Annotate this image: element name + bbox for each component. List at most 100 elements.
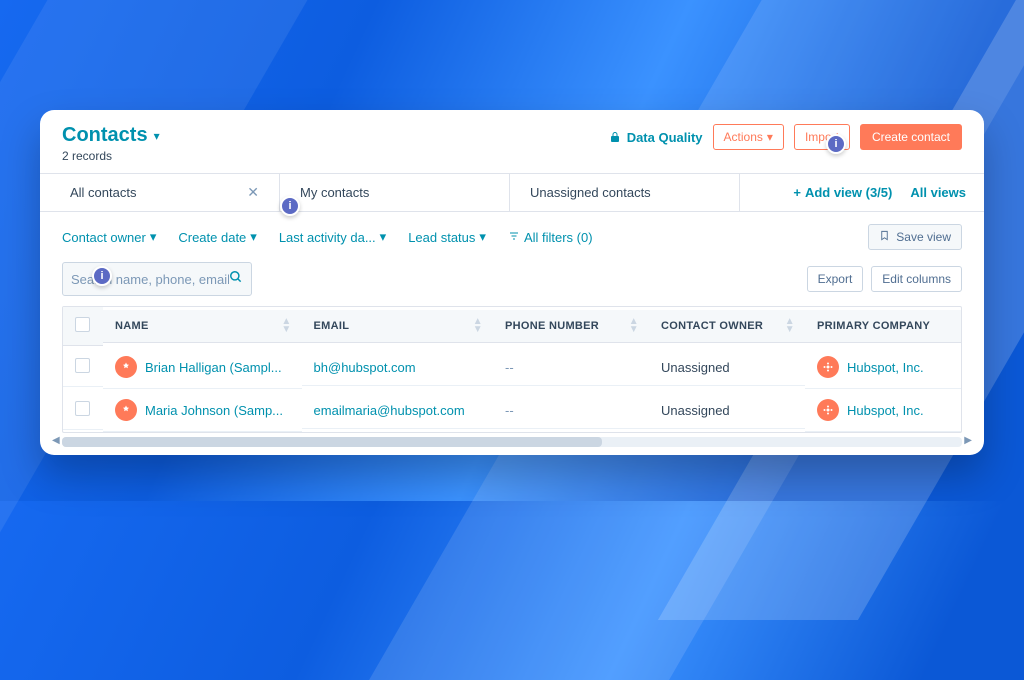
all-views-link[interactable]: All views — [910, 185, 966, 200]
table-row: Brian Halligan (Sampl... bh@hubspot.com … — [63, 346, 961, 389]
contact-name: Brian Halligan (Sampl... — [145, 360, 282, 375]
add-view-link[interactable]: + Add view (3/5) — [793, 185, 892, 200]
create-contact-button[interactable]: Create contact — [860, 124, 962, 150]
filter-contact-owner[interactable]: Contact owner ▾ — [62, 229, 156, 245]
avatar — [115, 356, 137, 378]
horizontal-scrollbar[interactable]: ◀ ▶ — [62, 437, 962, 447]
select-all-cell — [63, 307, 103, 346]
tab-unassigned-contacts[interactable]: Unassigned contacts — [510, 174, 740, 211]
row-select-cell — [63, 391, 103, 430]
col-owner[interactable]: CONTACT OWNER ▲▼ — [649, 310, 805, 343]
filter-label: Last activity da... — [279, 230, 376, 245]
filter-label: Lead status — [408, 230, 475, 245]
scroll-right-icon[interactable]: ▶ — [964, 435, 972, 446]
cell-email[interactable]: bh@hubspot.com — [302, 350, 493, 386]
actions-button[interactable]: Actions ▾ — [713, 124, 784, 150]
filter-create-date[interactable]: Create date ▾ — [178, 229, 256, 245]
save-view-label: Save view — [896, 230, 951, 244]
sort-icon: ▲▼ — [629, 318, 639, 334]
tab-all-contacts[interactable]: All contacts ✕ — [50, 174, 280, 211]
row-checkbox[interactable] — [75, 401, 90, 416]
filter-label: All filters (0) — [524, 230, 593, 245]
data-quality-link[interactable]: Data Quality — [609, 130, 703, 145]
add-view-label: Add view (3/5) — [805, 185, 892, 200]
close-icon[interactable]: ✕ — [247, 184, 259, 201]
data-quality-label: Data Quality — [627, 130, 703, 145]
caret-down-icon: ▾ — [250, 229, 257, 245]
filter-bar: Contact owner ▾ Create date ▾ Last activ… — [40, 212, 984, 262]
row-checkbox[interactable] — [75, 358, 90, 373]
filter-icon — [508, 230, 520, 245]
plus-icon: + — [793, 185, 801, 200]
search-icon — [229, 270, 243, 289]
caret-down-icon: ▾ — [380, 229, 387, 245]
tab-label: My contacts — [300, 185, 369, 200]
create-contact-label: Create contact — [872, 130, 950, 144]
export-button[interactable]: Export — [807, 266, 864, 292]
cell-name[interactable]: Brian Halligan (Sampl... — [103, 346, 302, 389]
col-label: PHONE NUMBER — [505, 320, 599, 332]
all-views-label: All views — [910, 185, 966, 200]
cell-phone: -- — [493, 393, 649, 429]
tabs-right: + Add view (3/5) All views — [775, 174, 984, 211]
col-name[interactable]: NAME ▲▼ — [103, 310, 302, 343]
search-input-wrap[interactable] — [62, 262, 252, 296]
cell-owner: Unassigned — [649, 393, 805, 429]
cell-company[interactable]: Hubspot, Inc. — [805, 389, 961, 432]
scrollbar-thumb[interactable] — [62, 437, 602, 447]
col-email[interactable]: EMAIL ▲▼ — [302, 310, 493, 343]
info-badge[interactable]: i — [92, 266, 112, 286]
avatar — [115, 399, 137, 421]
row-select-cell — [63, 348, 103, 387]
cell-owner: Unassigned — [649, 350, 805, 386]
col-company[interactable]: PRIMARY COMPANY — [805, 310, 961, 343]
info-badge[interactable]: i — [280, 196, 300, 216]
company-name: Hubspot, Inc. — [847, 403, 924, 418]
tab-label: All contacts — [70, 185, 136, 200]
caret-down-icon: ▾ — [154, 129, 160, 143]
tab-label: Unassigned contacts — [530, 185, 651, 200]
tab-my-contacts[interactable]: My contacts — [280, 174, 510, 211]
scroll-left-icon[interactable]: ◀ — [52, 435, 60, 446]
lock-icon — [609, 131, 621, 143]
title-dropdown[interactable]: Contacts ▾ — [62, 124, 160, 147]
col-label: NAME — [115, 320, 149, 332]
cell-name[interactable]: Maria Johnson (Samp... — [103, 389, 302, 432]
actions-label: Actions — [724, 130, 763, 144]
filter-lead-status[interactable]: Lead status ▾ — [408, 229, 486, 245]
table-toolbar: Export Edit columns — [40, 262, 984, 306]
contacts-table: NAME ▲▼ EMAIL ▲▼ PHONE NUMBER ▲▼ CONTACT… — [62, 306, 962, 433]
col-label: EMAIL — [314, 320, 350, 332]
filter-label: Contact owner — [62, 230, 146, 245]
page-title: Contacts — [62, 124, 148, 147]
bookmark-icon — [879, 230, 890, 244]
filter-last-activity[interactable]: Last activity da... ▾ — [279, 229, 386, 245]
sort-icon: ▲▼ — [473, 318, 483, 334]
table-header-row: NAME ▲▼ EMAIL ▲▼ PHONE NUMBER ▲▼ CONTACT… — [63, 307, 961, 346]
save-view-button[interactable]: Save view — [868, 224, 962, 250]
caret-down-icon: ▾ — [767, 130, 773, 144]
sort-icon: ▲▼ — [281, 318, 291, 334]
select-all-checkbox[interactable] — [75, 317, 90, 332]
cell-company[interactable]: Hubspot, Inc. — [805, 346, 961, 389]
record-count: 2 records — [62, 149, 160, 163]
company-avatar — [817, 356, 839, 378]
cell-email[interactable]: emailmaria@hubspot.com — [302, 393, 493, 429]
company-avatar — [817, 399, 839, 421]
cell-phone: -- — [493, 350, 649, 386]
col-phone[interactable]: PHONE NUMBER ▲▼ — [493, 310, 649, 343]
toolbar-right: Export Edit columns — [807, 266, 962, 292]
info-badge[interactable]: i — [826, 134, 846, 154]
filter-label: Create date — [178, 230, 246, 245]
sort-icon: ▲▼ — [785, 318, 795, 334]
edit-columns-button[interactable]: Edit columns — [871, 266, 962, 292]
filter-all-filters[interactable]: All filters (0) — [508, 230, 593, 245]
company-name: Hubspot, Inc. — [847, 360, 924, 375]
header-left: Contacts ▾ 2 records — [62, 124, 160, 163]
col-label: CONTACT OWNER — [661, 320, 763, 332]
col-label: PRIMARY COMPANY — [817, 320, 930, 332]
contact-name: Maria Johnson (Samp... — [145, 403, 283, 418]
caret-down-icon: ▾ — [479, 229, 486, 245]
contacts-card: Contacts ▾ 2 records Data Quality Action… — [40, 110, 984, 455]
header-right: Data Quality Actions ▾ Import Create con… — [609, 124, 962, 150]
